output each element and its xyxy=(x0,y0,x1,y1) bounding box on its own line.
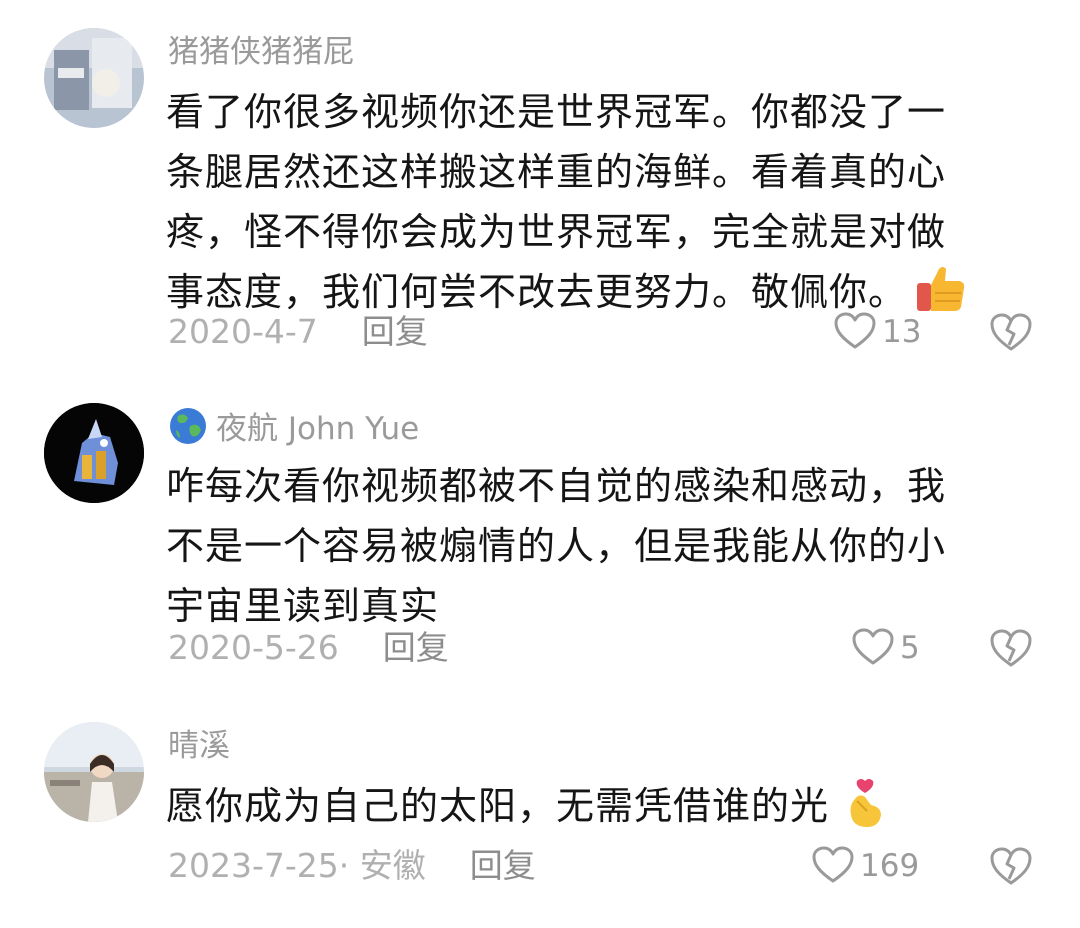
reply-button[interactable]: 回复 xyxy=(383,628,449,667)
like-button[interactable]: 13 xyxy=(834,310,921,354)
comment-date: 2020-4-7 xyxy=(168,312,318,351)
comment-date: 2023-7-25· 安徽 xyxy=(168,846,426,885)
like-count: 13 xyxy=(882,314,922,350)
broken-heart-icon[interactable] xyxy=(990,312,1032,352)
username[interactable]: 晴溪 xyxy=(168,726,230,766)
comment-line: 看了你很多视频你还是世界冠军。你都没了一 xyxy=(166,90,947,134)
finger-heart-icon xyxy=(850,779,882,827)
comment-date: 2020-5-26 xyxy=(168,628,339,667)
comment-line: 疼，怪不得你会成为世界冠军，完全就是对做 xyxy=(166,210,947,254)
comment-line: 愿你成为自己的太阳，无需凭借谁的光 xyxy=(166,776,1026,836)
avatar[interactable] xyxy=(44,403,144,503)
comment-text: 看了你很多视频你还是世界冠军。你都没了一 条腿居然还这样搬这样重的海鲜。看着真的… xyxy=(166,82,1026,322)
avatar[interactable] xyxy=(44,28,144,128)
like-count: 5 xyxy=(900,630,920,666)
heart-icon xyxy=(812,846,854,883)
avatar[interactable] xyxy=(44,722,144,822)
thumbs-up-icon xyxy=(917,267,965,311)
heart-icon xyxy=(834,312,876,349)
reply-button[interactable]: 回复 xyxy=(470,846,536,885)
comment-line: 不是一个容易被煽情的人，但是我能从你的小 xyxy=(166,524,947,568)
globe-icon xyxy=(170,408,206,444)
comment-line: 咋每次看你视频都被不自觉的感染和感动，我 xyxy=(166,464,947,508)
username[interactable]: 夜航 John Yue xyxy=(168,406,419,449)
like-count: 169 xyxy=(860,848,920,884)
like-button[interactable]: 169 xyxy=(812,844,919,888)
comment-meta: 2020-5-26 回复 xyxy=(168,626,449,670)
heart-icon xyxy=(852,628,894,665)
broken-heart-icon[interactable] xyxy=(990,846,1032,886)
username[interactable]: 猪猪侠猪猪屁 xyxy=(168,32,354,72)
comment-meta: 2020-4-7 回复 xyxy=(168,310,428,354)
comment-text: 咋每次看你视频都被不自觉的感染和感动，我 不是一个容易被煽情的人，但是我能从你的… xyxy=(166,456,1026,636)
comment-meta: 2023-7-25· 安徽 回复 xyxy=(168,844,536,888)
comment-line: 条腿居然还这样搬这样重的海鲜。看着真的心 xyxy=(166,150,947,194)
like-button[interactable]: 5 xyxy=(852,626,920,670)
broken-heart-icon[interactable] xyxy=(990,628,1032,668)
reply-button[interactable]: 回复 xyxy=(362,312,428,351)
comment-text: 愿你成为自己的太阳，无需凭借谁的光 xyxy=(166,776,1026,836)
